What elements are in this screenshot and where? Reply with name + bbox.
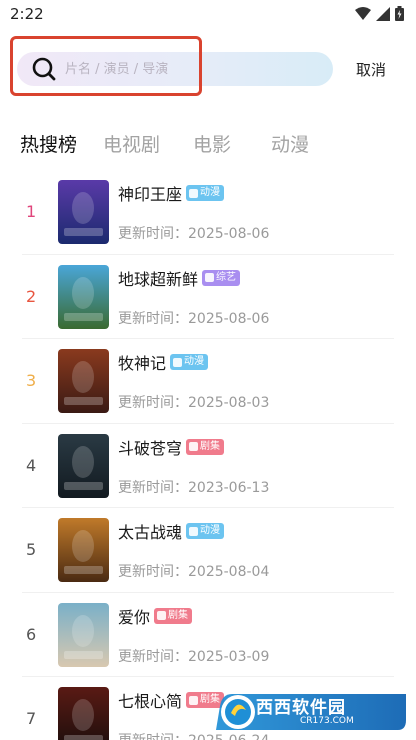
- rank-number: 7: [26, 709, 37, 728]
- tab-anime[interactable]: 动漫: [271, 130, 309, 157]
- rank-list-item[interactable]: 3 牧神记 动漫更新时间：2025-08-03: [0, 339, 416, 424]
- search-highlight-box: [10, 36, 202, 96]
- item-title[interactable]: 神印王座: [118, 181, 182, 205]
- update-time: 更新时间：2025-08-04: [118, 564, 270, 580]
- badge-label: 剧集: [168, 609, 189, 621]
- badge-label: 动漫: [200, 187, 221, 198]
- update-time: 更新时间：2025-08-06: [118, 310, 270, 327]
- item-title[interactable]: 爱你: [118, 604, 150, 628]
- watermark-text: 西西软件园: [256, 698, 346, 718]
- status-time: 2:22: [10, 5, 44, 23]
- rank-list-item[interactable]: 2 地球超新鲜 综艺更新时间：2025-08-06: [0, 255, 416, 340]
- title-line: 七根心简 剧集: [118, 688, 225, 712]
- category-badge: 动漫: [186, 523, 225, 539]
- badge-icon: [205, 273, 215, 282]
- badge-label: 动漫: [200, 525, 221, 536]
- battery-icon: [395, 6, 404, 21]
- rank-list: 1 神印王座 动漫 更新时间：2025-08-06 2 地球超新鲜 综艺 更新时间：2025-…: [0, 170, 416, 740]
- poster-image[interactable]: [58, 687, 109, 740]
- rank-list-item[interactable]: 5 太古战魂 动漫更新时间：2025-08-04: [0, 508, 416, 593]
- rank-list-item[interactable]: 1 神印王座 动漫更新时间：2025-08-06: [0, 170, 416, 255]
- signal-icon: [376, 6, 390, 21]
- rank-number: 2: [26, 286, 37, 306]
- badge-icon: [173, 357, 183, 367]
- badge-label: 动漫: [184, 356, 205, 367]
- item-title[interactable]: 牧神记: [118, 350, 166, 374]
- poster-image[interactable]: [58, 180, 109, 244]
- item-title[interactable]: 地球超新鲜: [118, 266, 198, 290]
- badge-icon: [189, 695, 199, 705]
- update-time: 更新时间：2023-06-13: [118, 479, 270, 496]
- title-line: 神印王座 动漫: [118, 181, 225, 205]
- category-badge: 动漫: [170, 354, 209, 370]
- rank-list-item[interactable]: 6 爱你 剧集更新时间：2025-03-09: [0, 593, 416, 678]
- category-badge: 剧集: [186, 438, 225, 455]
- item-title[interactable]: 斗破苍穹: [118, 435, 182, 459]
- status-icons: [355, 6, 404, 21]
- watermark-sub: CR173.COM: [300, 716, 354, 726]
- poster-image[interactable]: [58, 602, 109, 667]
- cancel-button[interactable]: 取消: [356, 59, 386, 80]
- badge-icon: [189, 188, 199, 198]
- badge-icon: [189, 442, 199, 451]
- category-badge: 剧集: [154, 607, 193, 624]
- item-title[interactable]: 七根心简: [118, 688, 182, 712]
- rank-number: 5: [26, 540, 37, 559]
- rank-number: 3: [26, 371, 37, 390]
- poster-image[interactable]: [58, 264, 109, 329]
- tab-hot-search[interactable]: 热搜榜: [20, 130, 77, 157]
- rank-number: 4: [26, 455, 37, 475]
- screen: 2:22 取消 热搜榜 电视剧 电影 动漫 1神: [0, 0, 416, 740]
- tab-tv-series[interactable]: 电视剧: [103, 130, 160, 157]
- rank-number: 6: [26, 624, 37, 644]
- poster-image[interactable]: [58, 518, 109, 582]
- title-line: 地球超新鲜 综艺: [118, 266, 241, 290]
- tab-movies[interactable]: 电影: [193, 130, 231, 157]
- badge-label: 剧集: [200, 440, 221, 452]
- badge-label: 综艺: [216, 271, 237, 283]
- status-bar: 2:22: [0, 0, 416, 30]
- badge-icon: [157, 611, 167, 620]
- title-line: 爱你 剧集: [118, 604, 193, 628]
- update-time: 更新时间：2025-08-06: [118, 226, 270, 242]
- category-badge: 动漫: [186, 185, 225, 201]
- update-time: 更新时间：2025-03-09: [118, 648, 270, 665]
- update-time: 更新时间：2025-08-03: [118, 395, 270, 411]
- title-line: 太古战魂 动漫: [118, 519, 225, 543]
- rank-list-item[interactable]: 4 斗破苍穹 剧集更新时间：2023-06-13: [0, 424, 416, 509]
- title-line: 斗破苍穹 剧集: [118, 435, 225, 459]
- category-tabs: 热搜榜 电视剧 电影 动漫: [0, 130, 416, 160]
- title-line: 牧神记 动漫: [118, 350, 209, 374]
- item-title[interactable]: 太古战魂: [118, 519, 182, 543]
- poster-image[interactable]: [58, 433, 109, 498]
- poster-image[interactable]: [58, 349, 109, 413]
- category-badge: 综艺: [202, 269, 241, 286]
- badge-icon: [189, 526, 199, 536]
- rank-number: 1: [26, 202, 37, 221]
- wifi-icon: [355, 6, 371, 21]
